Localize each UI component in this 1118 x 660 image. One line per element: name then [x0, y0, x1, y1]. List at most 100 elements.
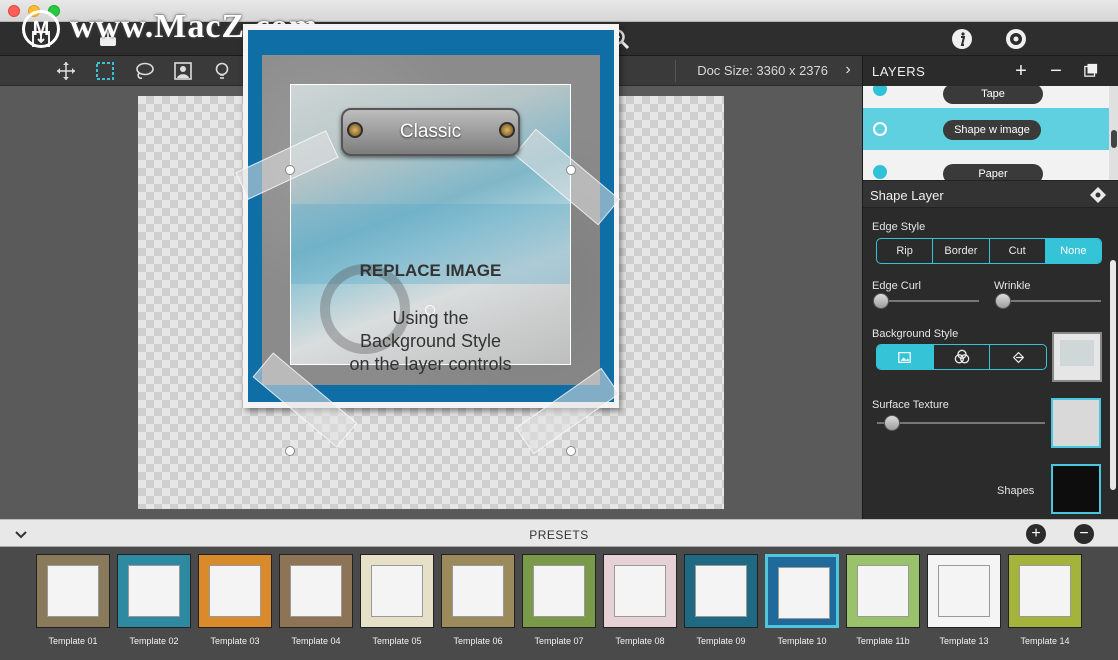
layers-title: LAYERS: [872, 64, 926, 79]
close-window-button[interactable]: [8, 5, 20, 17]
doc-size-label: Doc Size: 3360 x 2376: [697, 63, 828, 78]
layer-row-paper[interactable]: Paper: [863, 150, 1109, 180]
bg-style-fill[interactable]: [990, 345, 1046, 369]
preset-thumbnail[interactable]: [522, 554, 596, 628]
edge-style-rip[interactable]: Rip: [877, 239, 934, 263]
watermark-logo: M: [22, 10, 60, 48]
preset-thumbnail[interactable]: [279, 554, 353, 628]
wrinkle-label: Wrinkle: [994, 280, 1031, 292]
preset-label: Template 05: [372, 636, 422, 646]
preset-label: Template 14: [1020, 636, 1070, 646]
preset-thumbnail[interactable]: [441, 554, 515, 628]
plaque-rivet: [499, 122, 515, 138]
remove-layer-button[interactable]: −: [1044, 59, 1068, 83]
resize-handle[interactable]: [566, 446, 576, 456]
layer-label: Shape w image: [943, 120, 1041, 140]
chevron-right-icon[interactable]: ›: [838, 61, 858, 81]
plaque-rivet: [347, 122, 363, 138]
preset-thumbnail[interactable]: [1008, 554, 1082, 628]
preset-label: Template 10: [777, 636, 827, 646]
edge-curl-track[interactable]: [877, 300, 979, 302]
bg-style-blend[interactable]: [934, 345, 991, 369]
preset-preview: [452, 565, 504, 617]
layer-label: Tape: [943, 86, 1043, 104]
surface-texture-track[interactable]: [877, 422, 1045, 424]
settings-icon[interactable]: [1003, 26, 1029, 52]
duplicate-layer-icon[interactable]: [1079, 59, 1103, 83]
layers-scrollbar[interactable]: [1109, 86, 1118, 180]
toolbar-divider: [675, 60, 676, 82]
preset-thumbnail[interactable]: [36, 554, 110, 628]
presets-title: PRESETS: [529, 528, 589, 542]
preset-label: Template 13: [939, 636, 989, 646]
preset-label: Template 06: [453, 636, 503, 646]
surface-texture-slider[interactable]: [884, 415, 900, 431]
shape-layer-title: Shape Layer: [870, 188, 944, 203]
add-layer-button[interactable]: +: [1009, 59, 1033, 83]
preset-label: Template 03: [210, 636, 260, 646]
resize-handle[interactable]: [285, 446, 295, 456]
preset-thumbnail[interactable]: [117, 554, 191, 628]
edge-style-cut[interactable]: Cut: [990, 239, 1046, 263]
placeholder-line: Background Style: [359, 331, 502, 351]
preset-thumbnail[interactable]: [360, 554, 434, 628]
rect-select-tool-icon[interactable]: [94, 60, 116, 82]
preset-thumbnail[interactable]: [765, 554, 839, 628]
surface-texture-label: Surface Texture: [872, 399, 949, 411]
layer-visibility-dot[interactable]: [873, 122, 887, 136]
preset-preview: [695, 565, 747, 617]
wrinkle-slider[interactable]: [995, 293, 1011, 309]
shapes-swatch[interactable]: [1051, 464, 1101, 514]
preset-preview: [47, 565, 99, 617]
resize-handle[interactable]: [566, 165, 576, 175]
shapes-label: Shapes: [997, 485, 1035, 497]
layer-visibility-dot[interactable]: [873, 165, 887, 179]
resize-handle[interactable]: [285, 165, 295, 175]
move-tool-icon[interactable]: [55, 60, 77, 82]
preset-thumbnail[interactable]: [198, 554, 272, 628]
preset-preview: [290, 565, 342, 617]
background-style-segmented: [876, 344, 1047, 370]
preset-label: Template 07: [534, 636, 584, 646]
edge-style-border[interactable]: Border: [933, 239, 990, 263]
layer-row-tape[interactable]: Tape: [863, 86, 1109, 110]
placeholder-line: on the layer controls: [349, 354, 512, 374]
edge-curl-slider[interactable]: [873, 293, 889, 309]
preset-preview: [857, 565, 909, 617]
preset-thumbnail[interactable]: [927, 554, 1001, 628]
shape-settings-icon[interactable]: [1089, 186, 1107, 204]
remove-preset-button[interactable]: −: [1074, 524, 1094, 544]
lasso-tool-icon[interactable]: [133, 60, 155, 82]
surface-texture-swatch[interactable]: [1051, 398, 1101, 448]
edge-style-none[interactable]: None: [1045, 239, 1101, 263]
preset-label: Template 08: [615, 636, 665, 646]
portrait-tool-icon[interactable]: [172, 60, 194, 82]
presets-strip: Template 01 Template 02 Template 03 Templat…: [0, 547, 1118, 660]
layer-visibility-dot[interactable]: [873, 86, 887, 96]
preset-label: Template 09: [696, 636, 746, 646]
layer-row-shape-w-image[interactable]: Shape w image: [863, 108, 1109, 150]
wrinkle-track[interactable]: [999, 300, 1101, 302]
info-icon[interactable]: [949, 26, 975, 52]
light-tool-icon[interactable]: [211, 60, 233, 82]
bg-style-image[interactable]: [877, 345, 934, 369]
add-preset-button[interactable]: +: [1026, 524, 1046, 544]
preset-preview: [209, 565, 261, 617]
preset-label: Template 02: [129, 636, 179, 646]
preset-label: Template 01: [48, 636, 98, 646]
placeholder-line: Using the: [392, 308, 469, 328]
panel-scrollbar[interactable]: [1109, 208, 1117, 519]
preset-thumbnail[interactable]: [603, 554, 677, 628]
edge-curl-label: Edge Curl: [872, 280, 921, 292]
layer-label: Paper: [943, 164, 1043, 180]
background-style-thumbnail[interactable]: [1052, 332, 1102, 382]
preset-thumbnail[interactable]: [846, 554, 920, 628]
presets-bar: PRESETS + −: [0, 519, 1118, 547]
layers-header: LAYERS + −: [863, 56, 1118, 86]
preset-preview: [128, 565, 180, 617]
preset-preview: [614, 565, 666, 617]
background-style-label: Background Style: [872, 328, 959, 340]
preset-thumbnail[interactable]: [684, 554, 758, 628]
preset-preview: [533, 565, 585, 617]
preset-label: Template 11b: [856, 636, 910, 646]
